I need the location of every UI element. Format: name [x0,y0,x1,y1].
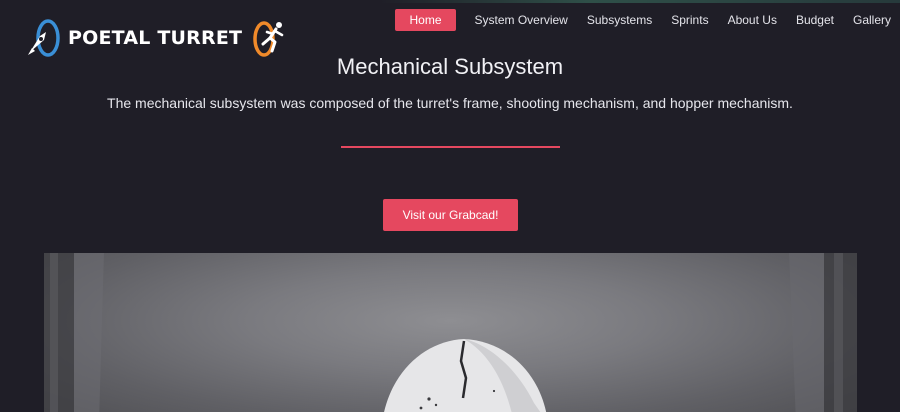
nav-about-us[interactable]: About Us [728,13,777,27]
page: POETAL TURRET Home System Overview Subsy… [0,0,900,412]
nav-system-overview[interactable]: System Overview [475,13,568,27]
nav-gallery[interactable]: Gallery [853,13,891,27]
nav-home[interactable]: Home [395,9,456,31]
grabcad-button[interactable]: Visit our Grabcad! [383,199,518,231]
nav-sprints[interactable]: Sprints [671,13,708,27]
main-nav: Home System Overview Subsystems Sprints … [395,8,900,32]
nav-budget[interactable]: Budget [796,13,834,27]
section-divider [341,146,560,148]
rocket-portal-icon [26,18,62,58]
running-figure-portal-icon [248,18,288,58]
brand-name: POETAL TURRET [68,27,243,49]
header-texture [380,0,900,3]
page-description: The mechanical subsystem was composed of… [107,95,793,111]
page-title: Mechanical Subsystem [336,54,564,79]
turret-photo [44,253,857,412]
nav-subsystems[interactable]: Subsystems [587,13,652,27]
